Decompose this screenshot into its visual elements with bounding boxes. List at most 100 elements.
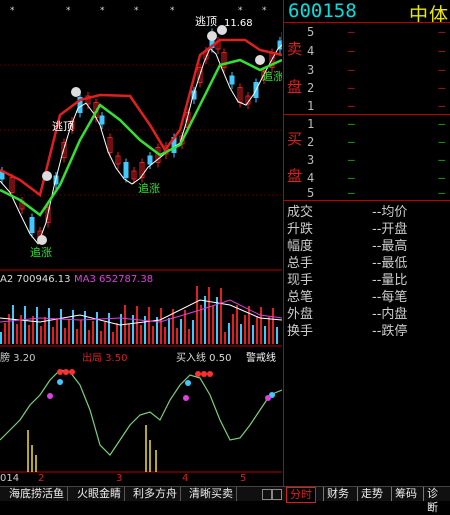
- indicator-marker: [57, 369, 63, 375]
- volume-bar: [128, 324, 130, 344]
- period-mark-2: 2: [38, 473, 45, 484]
- indicator-legend-d: 警戒线: [246, 353, 276, 364]
- bottom-tab-bar: 海底捞活鱼 火眼金睛 利多方舟 清晰买卖 分时 财务 走势 筹码 诊断: [0, 486, 450, 514]
- buy-price-5: —: [348, 186, 355, 199]
- volume-bar: [108, 313, 110, 344]
- tab-chouma[interactable]: 筹码: [391, 487, 420, 501]
- star-marker: *: [238, 6, 243, 16]
- volume-bar: [96, 312, 98, 344]
- volume-bar: [272, 308, 274, 344]
- sell-volume-5: —: [438, 25, 445, 38]
- volume-bar: [0, 332, 2, 344]
- ma-white-line: [0, 44, 282, 245]
- indicator-legend-b: 出局 3.50: [82, 353, 128, 364]
- star-marker: *: [10, 6, 15, 16]
- volume-ma2-legend: A2 700946.13: [0, 274, 71, 285]
- buy-level-4: 4: [307, 171, 315, 185]
- divider: [284, 22, 450, 23]
- indicator-marker: [185, 380, 191, 386]
- candle-body: [229, 75, 235, 85]
- buy-level-5: 5: [307, 186, 315, 200]
- scroll-right-button[interactable]: [272, 489, 282, 500]
- volume-bar: [88, 330, 90, 344]
- volume-bar: [156, 317, 158, 344]
- volume-bar: [188, 329, 190, 344]
- volume-bar: [244, 315, 246, 344]
- period-mark-4: 4: [182, 473, 189, 484]
- volume-bar: [24, 306, 26, 344]
- volume-bar: [240, 324, 242, 344]
- stock-code: 600158: [288, 0, 357, 22]
- indicator-marker: [47, 393, 53, 399]
- tab-huoyan[interactable]: 火眼金睛: [74, 487, 125, 501]
- signal-face: [207, 31, 217, 41]
- stat-label-turnover: 换手: [287, 324, 314, 339]
- volume-bar: [232, 314, 234, 344]
- sell-volume-3: —: [438, 63, 445, 76]
- volume-bar: [148, 307, 150, 344]
- volume-ma3-legend: MA3 652787.38: [74, 274, 154, 285]
- volume-bar: [4, 323, 6, 344]
- indicator-legend-c: 买入线 0.50: [176, 353, 232, 364]
- star-marker: *: [170, 6, 175, 16]
- buy-price-2: —: [348, 135, 355, 148]
- axis-year: 014: [0, 473, 20, 484]
- signal-face: [42, 171, 52, 181]
- tab-caiwu[interactable]: 财务: [323, 487, 352, 501]
- kline-chart-area[interactable]: * * * * * * * 11.68 逃顶 逃顶 追涨 追涨 追涨 A2 700946.1…: [0, 0, 282, 486]
- volume-bar: [76, 329, 78, 344]
- signal-face: [71, 87, 81, 97]
- volume-bar: [116, 323, 118, 344]
- buy-price-4: —: [348, 171, 355, 184]
- volume-bar: [164, 327, 166, 344]
- volume-bar: [192, 320, 194, 344]
- volume-bar: [212, 306, 214, 344]
- volume-bar: [100, 331, 102, 344]
- volume-bar: [16, 324, 18, 344]
- volume-bar: [64, 328, 66, 344]
- tab-liduo[interactable]: 利多方舟: [130, 487, 181, 501]
- volume-bar: [160, 308, 162, 344]
- indicator-marker: [69, 369, 75, 375]
- candle-body: [29, 217, 35, 233]
- period-mark-5: 5: [240, 473, 247, 484]
- buy-level-3: 3: [307, 153, 315, 167]
- tab-fenshi[interactable]: 分时: [286, 487, 316, 503]
- tab-zoushi[interactable]: 走势: [357, 487, 386, 501]
- indicator-marker: [183, 395, 189, 401]
- volume-bar: [180, 319, 182, 344]
- volume-bar: [68, 319, 70, 344]
- sell-level-1: 1: [307, 99, 315, 113]
- volume-bar: [204, 296, 206, 344]
- volume-bar: [168, 318, 170, 344]
- volume-bar: [268, 317, 270, 344]
- period-mark-3: 3: [116, 473, 123, 484]
- sell-price-5: —: [348, 25, 355, 38]
- sell-label-top: 卖: [287, 40, 303, 58]
- divider: [284, 114, 450, 115]
- volume-bar: [208, 287, 210, 344]
- volume-bar: [176, 328, 178, 344]
- volume-bar: [40, 326, 42, 344]
- sell-level-3: 3: [307, 63, 315, 77]
- volume-bar: [264, 326, 266, 344]
- volume-bar: [236, 305, 238, 344]
- star-marker: *: [262, 6, 267, 16]
- tab-qingxi[interactable]: 清晰买卖: [186, 487, 237, 501]
- volume-bar: [12, 305, 14, 344]
- buy-price-1: —: [348, 117, 355, 130]
- sell-price-2: —: [348, 81, 355, 94]
- volume-bar: [140, 325, 142, 344]
- tab-zhenduan[interactable]: 诊断: [423, 487, 450, 514]
- volume-bar: [48, 308, 50, 344]
- volume-ma-line: [0, 299, 282, 323]
- sell-level-2: 2: [307, 81, 315, 95]
- volume-bar: [56, 318, 58, 344]
- scroll-left-button[interactable]: [262, 489, 272, 500]
- escape-top-label-1: 逃顶: [52, 120, 74, 133]
- volume-bar: [36, 307, 38, 344]
- volume-bar: [228, 323, 230, 344]
- star-marker: *: [134, 6, 139, 16]
- tab-haidilao[interactable]: 海底捞活鱼: [6, 487, 68, 501]
- kline-chart-svg[interactable]: * * * * * * *: [0, 0, 282, 486]
